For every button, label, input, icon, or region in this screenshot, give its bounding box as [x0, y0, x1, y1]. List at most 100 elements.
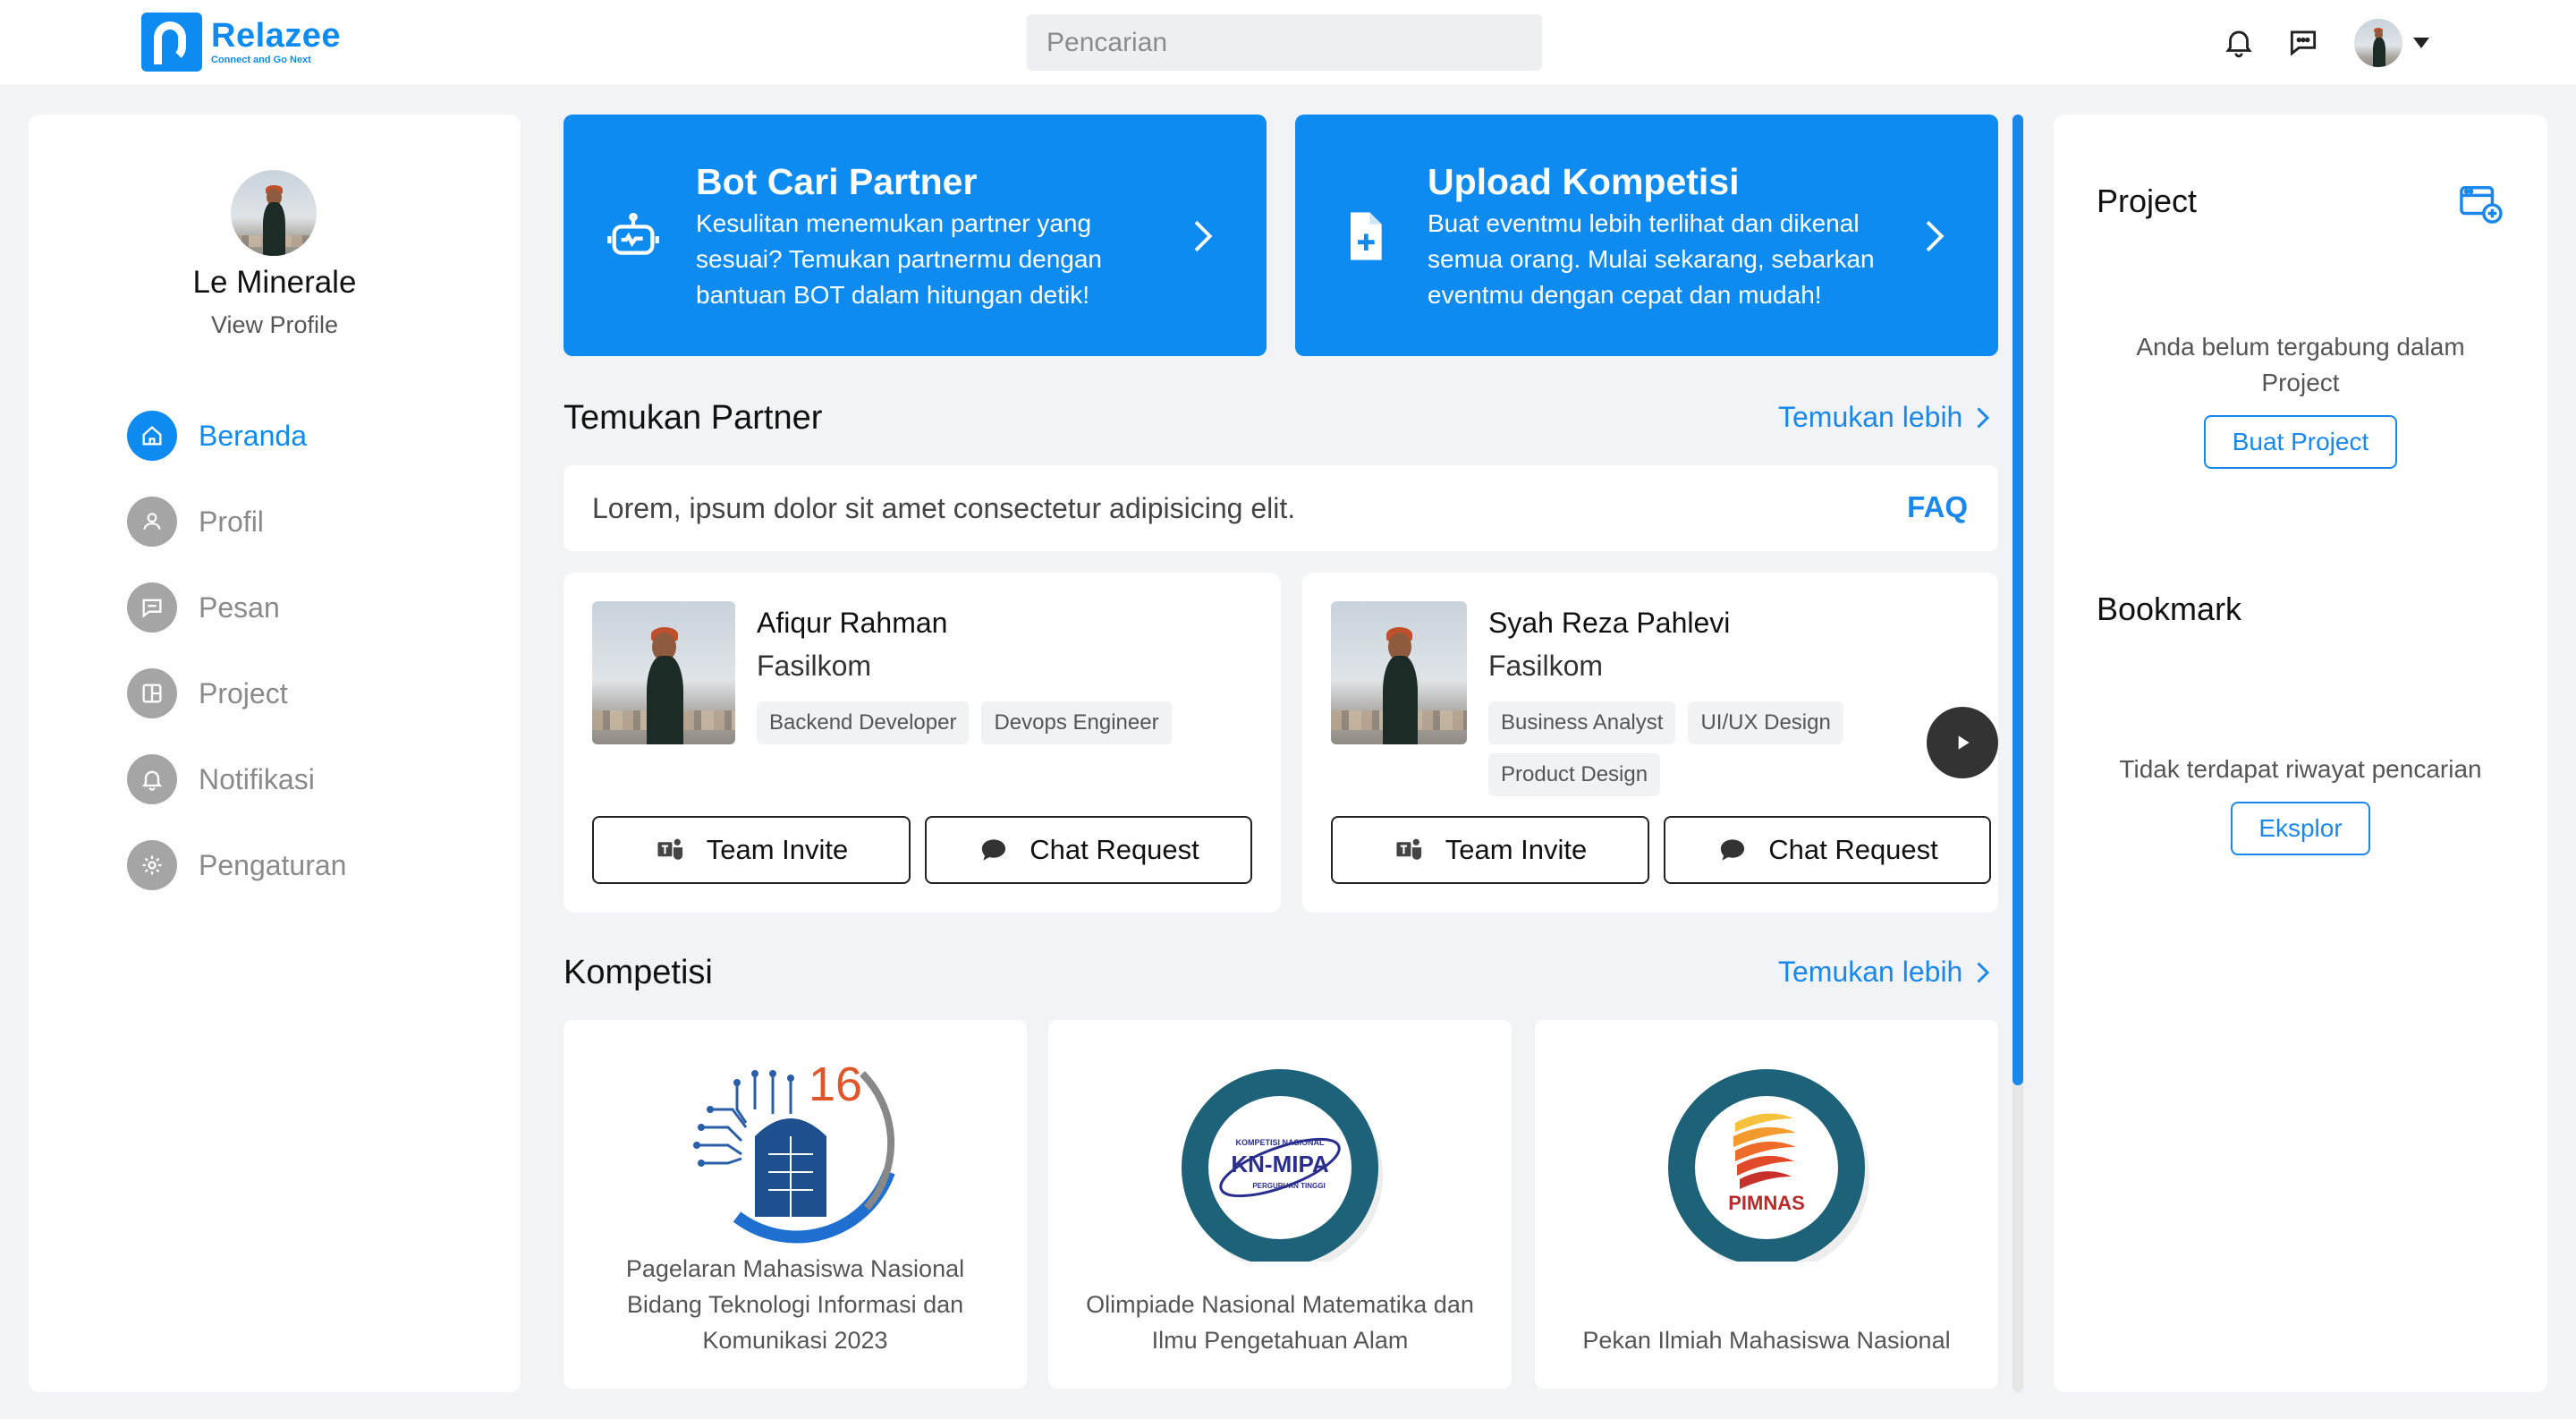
partner-photo[interactable]	[1331, 601, 1467, 744]
gemastik-logo: 16	[693, 1058, 895, 1244]
brand-name: Relazee	[211, 17, 342, 55]
sidebar-item-pesan[interactable]: Pesan	[127, 582, 346, 633]
right-panel: Project Anda belum tergabung dalam Proje…	[2054, 115, 2547, 1392]
profile-name: Le Minerale	[192, 265, 357, 300]
bookmark-empty-text: Tidak terdapat riwayat pencarian	[2119, 755, 2482, 783]
competition-card[interactable]: KOMPETISI NASIONAL KN-MIPA PERGURUAN TIN…	[1048, 1020, 1512, 1389]
sidebar-item-project[interactable]: Project	[127, 667, 346, 719]
faq-link[interactable]: FAQ	[1907, 490, 1968, 524]
partner-tags: Business Analyst UI/UX Design Product De…	[1488, 701, 1864, 805]
main-scrollbar[interactable]	[2012, 115, 2023, 1392]
left-sidebar: Le Minerale View Profile Beranda Profil …	[29, 115, 521, 1392]
scrollbar-thumb[interactable]	[2012, 115, 2023, 1085]
sidebar-item-label: Profil	[199, 505, 264, 538]
skill-tag: Business Analyst	[1488, 701, 1676, 744]
sidebar-item-label: Notifikasi	[199, 762, 315, 795]
competition-more-link[interactable]: Temukan lebih	[1778, 956, 1991, 989]
team-invite-button[interactable]: Team Invite	[1331, 816, 1649, 884]
file-plus-icon	[1351, 212, 1382, 260]
chevron-right-icon	[1926, 220, 1945, 252]
brand-tagline: Connect and Go Next	[211, 55, 311, 65]
more-link-label: Temukan lebih	[1778, 401, 1963, 433]
skill-tag: Devops Engineer	[981, 701, 1172, 744]
banner-title: Upload Kompetisi	[1428, 161, 1740, 202]
teams-icon	[1396, 838, 1421, 860]
partner-card: Afiqur Rahman Fasilkom Backend Developer…	[564, 573, 1281, 913]
partner-section-title: Temukan Partner	[564, 399, 823, 437]
bookmark-panel-title: Bookmark	[2097, 591, 2242, 627]
add-project-icon[interactable]	[2458, 183, 2503, 224]
bot-cari-partner-banner[interactable]: Bot Cari Partner Kesulitan menemukan par…	[564, 115, 1267, 356]
faq-bar: Lorem, ipsum dolor sit amet consectetur …	[564, 465, 1998, 551]
sidebar-item-label: Project	[199, 676, 288, 710]
teams-icon	[657, 838, 682, 860]
skill-tag: Product Design	[1488, 753, 1661, 796]
partner-faculty: Fasilkom	[1488, 650, 1604, 682]
banner-title: Bot Cari Partner	[696, 161, 978, 202]
upload-kompetisi-banner[interactable]: Upload Kompetisi Buat eventmu lebih terl…	[1295, 115, 1998, 356]
skill-tag: UI/UX Design	[1688, 701, 1843, 744]
partner-name: Syah Reza Pahlevi	[1488, 607, 1731, 639]
logo-bottom-text: PERGURUAN TINGGI	[1252, 1182, 1325, 1190]
next-partner-button[interactable]	[1927, 707, 1998, 778]
chevron-right-icon	[1977, 961, 1990, 983]
layout-icon	[127, 668, 177, 718]
chat-icon[interactable]	[2286, 25, 2320, 59]
more-link-label: Temukan lebih	[1778, 956, 1963, 988]
chat-bubble-icon	[982, 839, 1006, 861]
pimnas-logo: PIMNAS	[1668, 1069, 1869, 1262]
gear-icon	[127, 840, 177, 890]
button-label: Team Invite	[1445, 834, 1588, 865]
robot-icon	[607, 212, 659, 255]
home-icon	[127, 411, 177, 461]
sidebar-item-notifikasi[interactable]: Notifikasi	[127, 753, 346, 805]
team-invite-button[interactable]: Team Invite	[592, 816, 911, 884]
button-label: Chat Request	[1030, 834, 1199, 865]
sidebar-item-label: Pesan	[199, 591, 280, 624]
sidebar-item-pengaturan[interactable]: Pengaturan	[127, 839, 346, 891]
banner-description: Kesulitan menemukan partner yang sesuai?…	[696, 209, 1103, 309]
project-panel-title: Project	[2097, 183, 2198, 219]
user-icon	[127, 497, 177, 547]
partner-card: Syah Reza Pahlevi Fasilkom Business Anal…	[1302, 573, 1998, 913]
caret-down-icon[interactable]	[2413, 38, 2429, 48]
partner-more-link[interactable]: Temukan lebih	[1778, 401, 1991, 434]
logo-mark	[141, 13, 202, 72]
search-input[interactable]	[1027, 14, 1542, 71]
chevron-right-icon	[1194, 220, 1213, 252]
skill-tag: Backend Developer	[757, 701, 970, 744]
sidebar-item-label: Beranda	[199, 419, 307, 452]
play-icon	[1958, 735, 1970, 750]
faq-text: Lorem, ipsum dolor sit amet consectetur …	[592, 492, 1296, 524]
chevron-right-icon	[1977, 406, 1990, 429]
competition-title: Olimpiade Nasional Matematika dan Ilmu P…	[1086, 1291, 1474, 1354]
competition-card[interactable]: 16 Pagelaran Mahasiswa Nasional Bidang T…	[564, 1020, 1027, 1389]
project-empty-text: Anda belum tergabung dalam Project	[2136, 333, 2465, 396]
partner-photo[interactable]	[592, 601, 735, 744]
chat-request-button[interactable]: Chat Request	[1664, 816, 1991, 884]
button-label: Team Invite	[706, 834, 849, 865]
brand-logo[interactable]: Relazee Connect and Go Next	[141, 13, 341, 72]
logo-text: PIMNAS	[1728, 1192, 1805, 1214]
explore-button[interactable]: Eksplor	[2231, 802, 2370, 855]
sidebar-item-profil[interactable]: Profil	[127, 496, 346, 548]
logo-number: 16	[809, 1058, 862, 1111]
partner-name: Afiqur Rahman	[757, 607, 948, 639]
chat-bubble-icon	[1721, 839, 1745, 861]
competition-card[interactable]: PIMNAS Pekan Ilmiah Mahasiswa Nasional	[1535, 1020, 1998, 1389]
user-avatar[interactable]	[2354, 19, 2402, 67]
chat-request-button[interactable]: Chat Request	[925, 816, 1252, 884]
partner-tags: Backend Developer Devops Engineer	[757, 701, 1222, 753]
profile-avatar[interactable]	[231, 170, 317, 256]
competition-section-title: Kompetisi	[564, 954, 713, 991]
message-icon	[127, 582, 177, 633]
button-label: Chat Request	[1768, 834, 1938, 865]
bell-icon	[127, 754, 177, 804]
view-profile-link[interactable]: View Profile	[29, 311, 521, 339]
sidebar-item-beranda[interactable]: Beranda	[127, 410, 346, 462]
knmipa-logo: KOMPETISI NASIONAL KN-MIPA PERGURUAN TIN…	[1182, 1069, 1383, 1262]
top-bar: Relazee Connect and Go Next	[0, 0, 2576, 85]
sidebar-item-label: Pengaturan	[199, 848, 347, 881]
bell-icon[interactable]	[2222, 25, 2256, 59]
create-project-button[interactable]: Buat Project	[2204, 415, 2397, 469]
